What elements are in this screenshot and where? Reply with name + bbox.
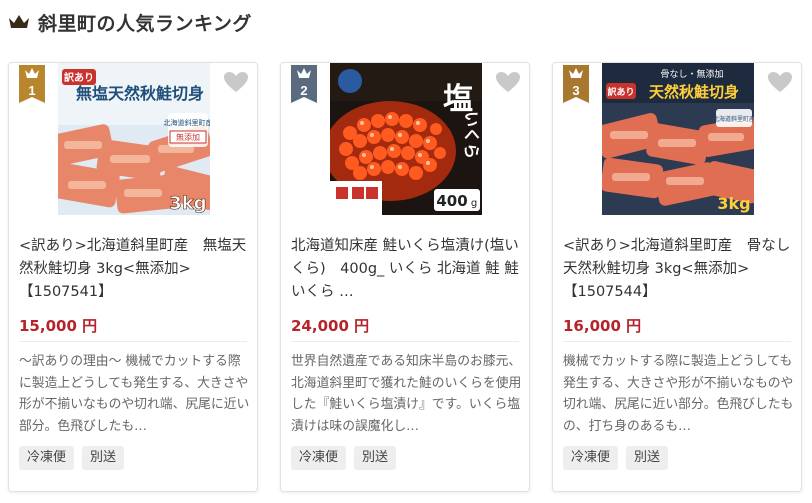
tag-frozen: 冷凍便	[19, 446, 75, 470]
tag-list: 冷凍便 別送	[563, 446, 669, 470]
svg-text:3kg: 3kg	[169, 193, 206, 214]
tag-separate-shipping: 別送	[354, 446, 397, 470]
crown-icon	[9, 15, 29, 28]
crown-icon	[25, 68, 39, 78]
product-image[interactable]: 骨なし・無添加 訳あり 天然秋鮭切身 北海道斜里町産 3kg	[602, 63, 754, 215]
product-price: 15,000 円	[19, 317, 98, 335]
crown-icon	[297, 68, 311, 78]
product-image[interactable]: 訳あり 無塩天然秋鮭切身 北海道斜里町産 無添加 3kg	[58, 63, 210, 215]
heart-icon[interactable]	[767, 71, 793, 93]
divider	[563, 341, 791, 342]
product-card[interactable]: 2 塩 いくら 400 g 北海道知床産 鮭いくら塩漬け(塩いくら) 400g_…	[280, 62, 530, 492]
svg-text:北海道斜里町産: 北海道斜里町産	[713, 115, 754, 123]
divider	[291, 341, 519, 342]
rank-number: 3	[572, 83, 580, 98]
product-price: 16,000 円	[563, 317, 642, 335]
product-description: 世界自然遺産である知床半島のお膝元、北海道斜里町で獲れた鮭のいくらを使用した『鮭…	[291, 354, 522, 434]
svg-text:北海道斜里町産: 北海道斜里町産	[164, 118, 211, 127]
tag-separate-shipping: 別送	[626, 446, 669, 470]
divider	[19, 341, 247, 342]
rank-number: 1	[28, 83, 36, 98]
ranking-list: 1 訳あり 無塩天然秋鮭切身 北海道斜里町産 無添加 3kg <訳あり>北海道斜…	[8, 62, 804, 503]
rank-number: 2	[300, 83, 308, 98]
product-description: 機械でカットする際に製造上どうしても発生する、大きさや形が不揃いなものや切れ端、…	[563, 354, 794, 434]
tag-frozen: 冷凍便	[563, 446, 619, 470]
tag-list: 冷凍便 別送	[19, 446, 125, 470]
rank-badge: 3	[563, 65, 589, 103]
tag-separate-shipping: 別送	[82, 446, 125, 470]
svg-text:g: g	[471, 198, 477, 209]
svg-text:訳あり: 訳あり	[64, 71, 94, 84]
product-name-link[interactable]: <訳あり>北海道斜里町産 骨なし天然秋鮭切身 3kg<無添加>【1507544】	[563, 235, 797, 305]
svg-text:いくら: いくら	[462, 111, 481, 159]
product-name-link[interactable]: 北海道知床産 鮭いくら塩漬け(塩いくら) 400g_ いくら 北海道 鮭 鮭いく…	[291, 235, 525, 305]
tag-list: 冷凍便 別送	[291, 446, 397, 470]
svg-text:天然秋鮭切身: 天然秋鮭切身	[649, 83, 739, 101]
ranking-header: 斜里町の人気ランキング	[8, 8, 252, 36]
svg-text:骨なし・無添加: 骨なし・無添加	[660, 68, 723, 80]
rank-badge: 2	[291, 65, 317, 103]
product-image[interactable]: 塩 いくら 400 g	[330, 63, 482, 215]
heart-icon[interactable]	[223, 71, 249, 93]
product-name-link[interactable]: <訳あり>北海道斜里町産 無塩天然秋鮭切身 3kg<無添加>【1507541】	[19, 235, 253, 305]
product-card[interactable]: 3 骨なし・無添加 訳あり 天然秋鮭切身 北海道斜里町産 3kg <訳あり>北海…	[552, 62, 802, 492]
svg-text:400: 400	[436, 192, 467, 210]
product-description: ～訳ありの理由～ 機械でカットする際に製造上どうしても発生する、大きさや形が不揃…	[19, 354, 250, 434]
page-title: 斜里町の人気ランキング	[38, 12, 252, 35]
svg-text:訳あり: 訳あり	[607, 86, 634, 98]
product-card[interactable]: 1 訳あり 無塩天然秋鮭切身 北海道斜里町産 無添加 3kg <訳あり>北海道斜…	[8, 62, 258, 492]
svg-text:3kg: 3kg	[717, 194, 750, 213]
heart-icon[interactable]	[495, 71, 521, 93]
rank-badge: 1	[19, 65, 45, 103]
product-price: 24,000 円	[291, 317, 370, 335]
crown-icon	[569, 68, 583, 78]
svg-text:無添加: 無添加	[176, 132, 200, 142]
svg-text:無塩天然秋鮭切身: 無塩天然秋鮭切身	[76, 84, 204, 103]
tag-frozen: 冷凍便	[291, 446, 347, 470]
